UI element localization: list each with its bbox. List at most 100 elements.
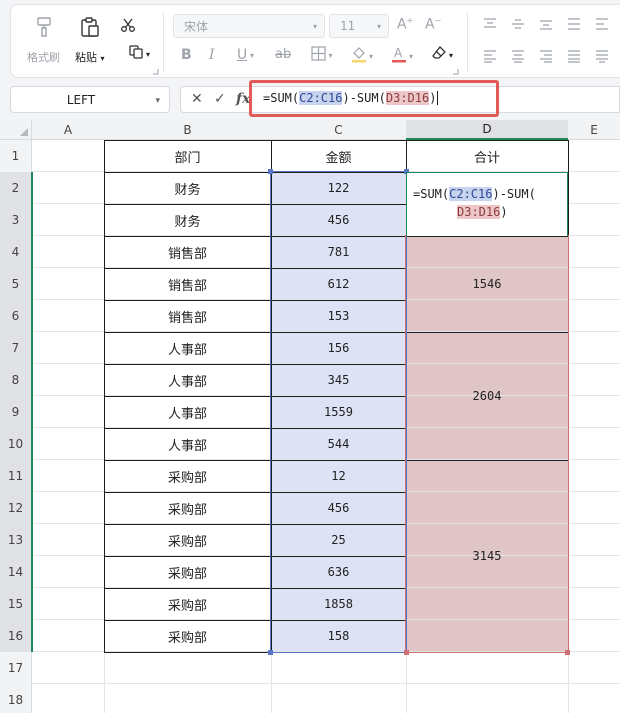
row-header-2[interactable]: 2 (0, 172, 32, 204)
department-cell[interactable]: 人事部 (104, 332, 271, 364)
format-painter-button[interactable]: 格式刷 (27, 13, 60, 65)
range-handle[interactable] (565, 650, 570, 655)
department-cell[interactable]: 采购部 (104, 524, 271, 556)
department-cell[interactable]: 人事部 (104, 364, 271, 396)
format-painter-label: 格式刷 (27, 51, 60, 64)
row-header-4[interactable]: 4 (0, 236, 32, 268)
clear-button[interactable]: ▾ (427, 46, 457, 64)
spreadsheet-grid: A B C D E 1 2 3 4 5 6 7 8 9 10 11 12 13 14 15 16 17 18 部门… (0, 120, 620, 713)
fill-color-icon (351, 45, 367, 67)
range-c-border (270, 171, 407, 653)
paste-icon (76, 13, 104, 41)
font-size-select[interactable]: 11 ▾ (329, 14, 389, 38)
department-cell[interactable]: 销售部 (104, 268, 271, 300)
dialog-launcher-icon[interactable] (151, 67, 159, 75)
department-cell[interactable]: 采购部 (104, 492, 271, 524)
paste-button[interactable]: 粘贴 ▾ (75, 13, 105, 65)
header-cell[interactable]: 合计 (406, 140, 568, 172)
active-rows-indicator (31, 172, 33, 652)
bold-button[interactable]: B (181, 47, 192, 63)
department-cell[interactable]: 采购部 (104, 620, 271, 652)
column-header-c[interactable]: C (271, 120, 406, 140)
row-header-12[interactable]: 12 (0, 492, 32, 524)
department-cell[interactable]: 销售部 (104, 300, 271, 332)
row-header-6[interactable]: 6 (0, 300, 32, 332)
align-center-icon[interactable] (511, 49, 525, 63)
department-cell[interactable]: 人事部 (104, 428, 271, 460)
chevron-down-icon: ▾ (155, 96, 160, 106)
range-handle[interactable] (268, 650, 273, 655)
row-header-14[interactable]: 14 (0, 556, 32, 588)
wrap-text-icon[interactable] (567, 17, 581, 31)
column-header-b[interactable]: B (104, 120, 271, 140)
font-name-select[interactable]: 宋体 ▾ (173, 14, 325, 38)
chevron-down-icon: ▾ (312, 22, 317, 31)
department-cell[interactable]: 采购部 (104, 556, 271, 588)
department-cell[interactable]: 人事部 (104, 396, 271, 428)
row-header-3[interactable]: 3 (0, 204, 32, 236)
font-color-button[interactable]: A ▾ (387, 46, 417, 66)
range-d-border (405, 235, 569, 653)
italic-button[interactable]: I (209, 47, 215, 63)
row-header-15[interactable]: 15 (0, 588, 32, 620)
row-header-18[interactable]: 18 (0, 684, 32, 713)
active-cell-d2[interactable]: =SUM(C2:C16)-SUM( D3:D16) (406, 172, 568, 236)
name-box[interactable]: LEFT ▾ (10, 86, 170, 113)
font-color-icon: A (391, 45, 407, 67)
cancel-icon[interactable]: ✕ (191, 91, 203, 107)
row-header-5[interactable]: 5 (0, 268, 32, 300)
distribute-icon[interactable] (595, 49, 609, 63)
orientation-icon[interactable] (595, 17, 609, 31)
font-grow-icon[interactable]: A+ (397, 16, 413, 33)
formula-highlight-box (249, 80, 499, 117)
row-header-13[interactable]: 13 (0, 524, 32, 556)
range-handle[interactable] (268, 169, 273, 174)
column-header-e[interactable]: E (568, 120, 620, 140)
chevron-down-icon: ▾ (250, 51, 255, 60)
row-header-17[interactable]: 17 (0, 652, 32, 684)
borders-icon (311, 45, 327, 65)
borders-button[interactable]: ▾ (307, 45, 337, 65)
select-all-corner[interactable] (0, 120, 32, 140)
row-header-7[interactable]: 7 (0, 332, 32, 364)
row-header-8[interactable]: 8 (0, 364, 32, 396)
column-header-a[interactable]: A (32, 120, 104, 140)
format-painter-icon (30, 13, 58, 41)
row-header-1[interactable]: 1 (0, 140, 32, 172)
chevron-down-icon: ▾ (376, 22, 381, 31)
header-cell[interactable]: 金额 (271, 140, 406, 172)
ribbon: 格式刷 粘贴 ▾ ▾ 宋体 ▾ 11 ▾ A+ A− B I U ▾ ab ▾ … (0, 0, 620, 82)
strikethrough-button[interactable]: ab (275, 47, 291, 62)
header-cell[interactable]: 部门 (104, 140, 271, 172)
align-middle-icon[interactable] (511, 17, 525, 31)
align-left-icon[interactable] (483, 49, 497, 63)
column-header-d[interactable]: D (406, 120, 568, 140)
row-header-9[interactable]: 9 (0, 396, 32, 428)
justify-icon[interactable] (567, 49, 581, 63)
copy-icon (128, 44, 144, 64)
department-cell[interactable]: 财务 (104, 204, 271, 236)
row-header-10[interactable]: 10 (0, 428, 32, 460)
underline-button[interactable]: U (237, 47, 247, 63)
clear-icon (431, 45, 447, 65)
copy-button[interactable]: ▾ (122, 45, 156, 63)
align-bottom-icon[interactable] (539, 17, 553, 31)
dialog-launcher-icon[interactable] (451, 67, 459, 75)
chevron-down-icon: ▾ (145, 49, 150, 59)
ribbon-divider (467, 13, 468, 71)
name-box-value: LEFT (66, 92, 96, 107)
align-top-icon[interactable] (483, 17, 497, 31)
department-cell[interactable]: 销售部 (104, 236, 271, 268)
cut-icon[interactable] (119, 16, 137, 34)
row-header-16[interactable]: 16 (0, 620, 32, 652)
cell-editor[interactable]: =SUM(C2:C16)-SUM( D3:D16) (413, 185, 536, 221)
department-cell[interactable]: 采购部 (104, 460, 271, 492)
font-shrink-icon[interactable]: A− (425, 16, 441, 33)
align-right-icon[interactable] (539, 49, 553, 63)
confirm-icon[interactable]: ✓ (214, 91, 226, 107)
department-cell[interactable]: 财务 (104, 172, 271, 204)
range-handle[interactable] (404, 650, 409, 655)
department-cell[interactable]: 采购部 (104, 588, 271, 620)
row-header-11[interactable]: 11 (0, 460, 32, 492)
fill-color-button[interactable]: ▾ (347, 46, 377, 66)
